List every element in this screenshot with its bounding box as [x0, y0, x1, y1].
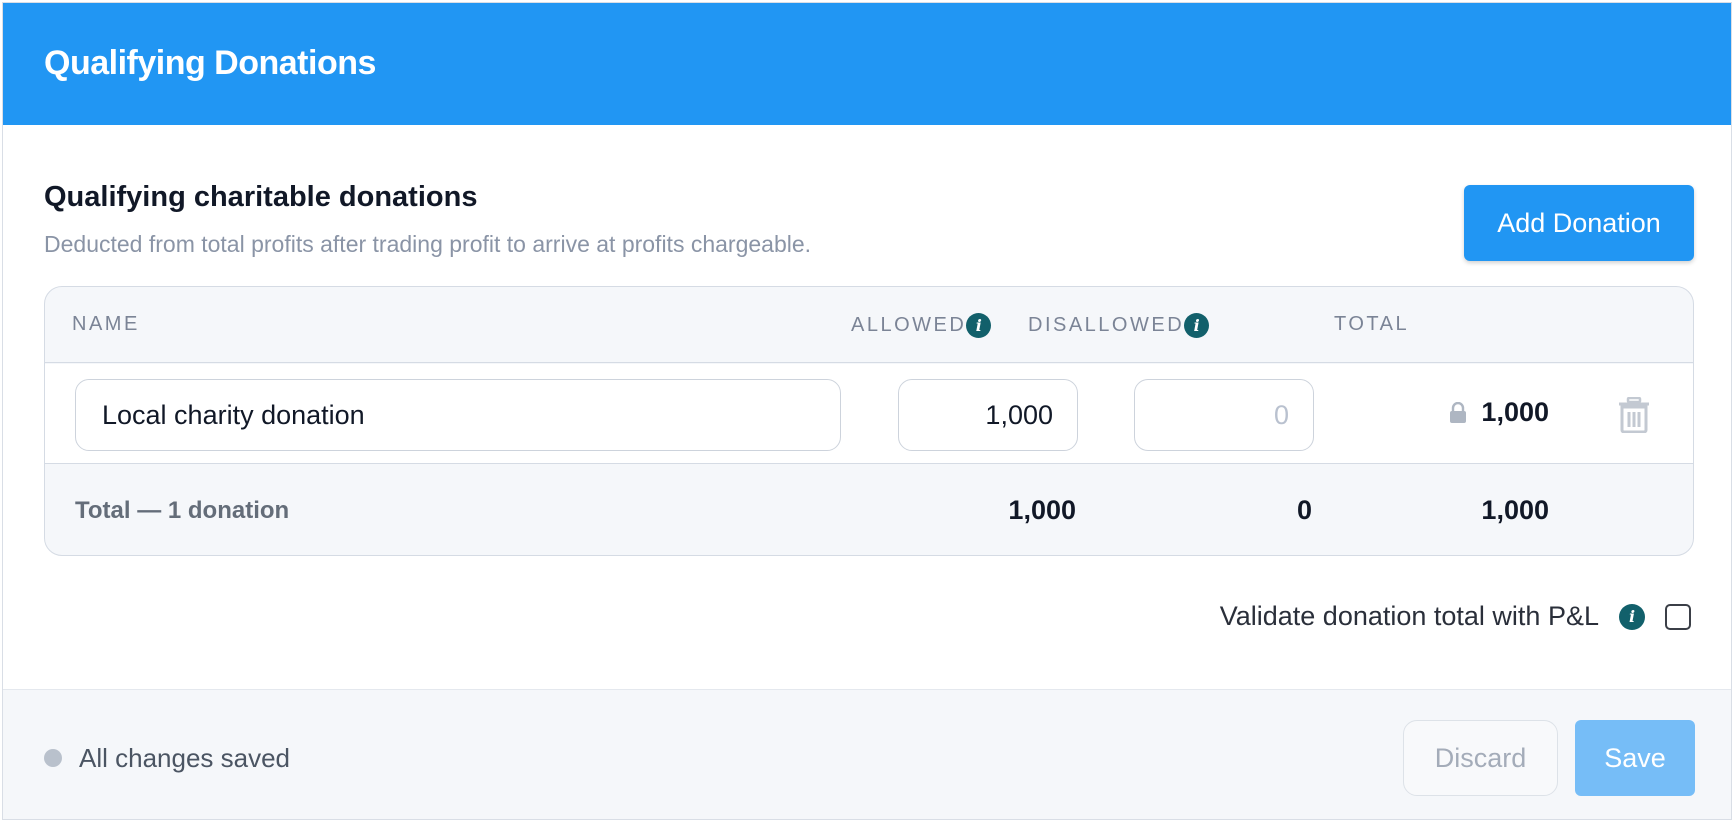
- donations-panel: Qualifying Donations Qualifying charitab…: [2, 2, 1732, 820]
- total-label: Total — 1 donation: [75, 497, 290, 524]
- save-status-text: All changes saved: [79, 743, 291, 773]
- section-title: Qualifying charitable donations: [44, 181, 478, 213]
- page-title: Qualifying Donations: [44, 44, 376, 82]
- panel-footer: All changes saved Discard Save: [3, 689, 1731, 819]
- grand-total-value: 1,000: [1481, 495, 1549, 525]
- table-footer: Total — 1 donation 1,000 0 1,000: [45, 465, 1693, 555]
- disallowed-amount-input[interactable]: [1134, 379, 1314, 451]
- total-disallowed-value: 0: [1296, 495, 1312, 525]
- status-dot: [44, 749, 62, 767]
- info-icon[interactable]: i: [1184, 313, 1210, 338]
- total-allowed-value: 1,000: [1008, 495, 1076, 525]
- save-button[interactable]: Save: [1575, 720, 1695, 796]
- table-header: NAME ALLOWED i DISALLOWED i TOTAL: [45, 287, 1693, 363]
- donation-name-input[interactable]: [75, 379, 841, 451]
- column-header-allowed: ALLOWED i: [851, 313, 992, 338]
- donations-table: NAME ALLOWED i DISALLOWED i TOTAL 1,000: [44, 286, 1694, 556]
- info-icon[interactable]: i: [966, 313, 992, 338]
- discard-button[interactable]: Discard: [1403, 720, 1558, 796]
- allowed-amount-input[interactable]: [898, 379, 1078, 451]
- add-donation-button[interactable]: Add Donation: [1464, 185, 1694, 261]
- column-header-disallowed: DISALLOWED i: [1028, 313, 1210, 338]
- section-subtitle: Deducted from total profits after tradin…: [44, 231, 812, 257]
- validate-label: Validate donation total with P&L: [1219, 601, 1599, 631]
- lock-icon: [1450, 402, 1466, 423]
- info-icon[interactable]: i: [1619, 603, 1645, 630]
- panel-header: Qualifying Donations: [3, 3, 1731, 125]
- trash-icon[interactable]: [1617, 397, 1651, 433]
- validate-option: Validate donation total with P&L i: [1220, 601, 1691, 632]
- column-header-total: TOTAL: [1334, 313, 1410, 335]
- row-total-value: 1,000: [1481, 397, 1549, 427]
- table-row: 1,000: [45, 364, 1693, 464]
- column-header-name: NAME: [72, 313, 140, 335]
- validate-checkbox[interactable]: [1665, 603, 1691, 630]
